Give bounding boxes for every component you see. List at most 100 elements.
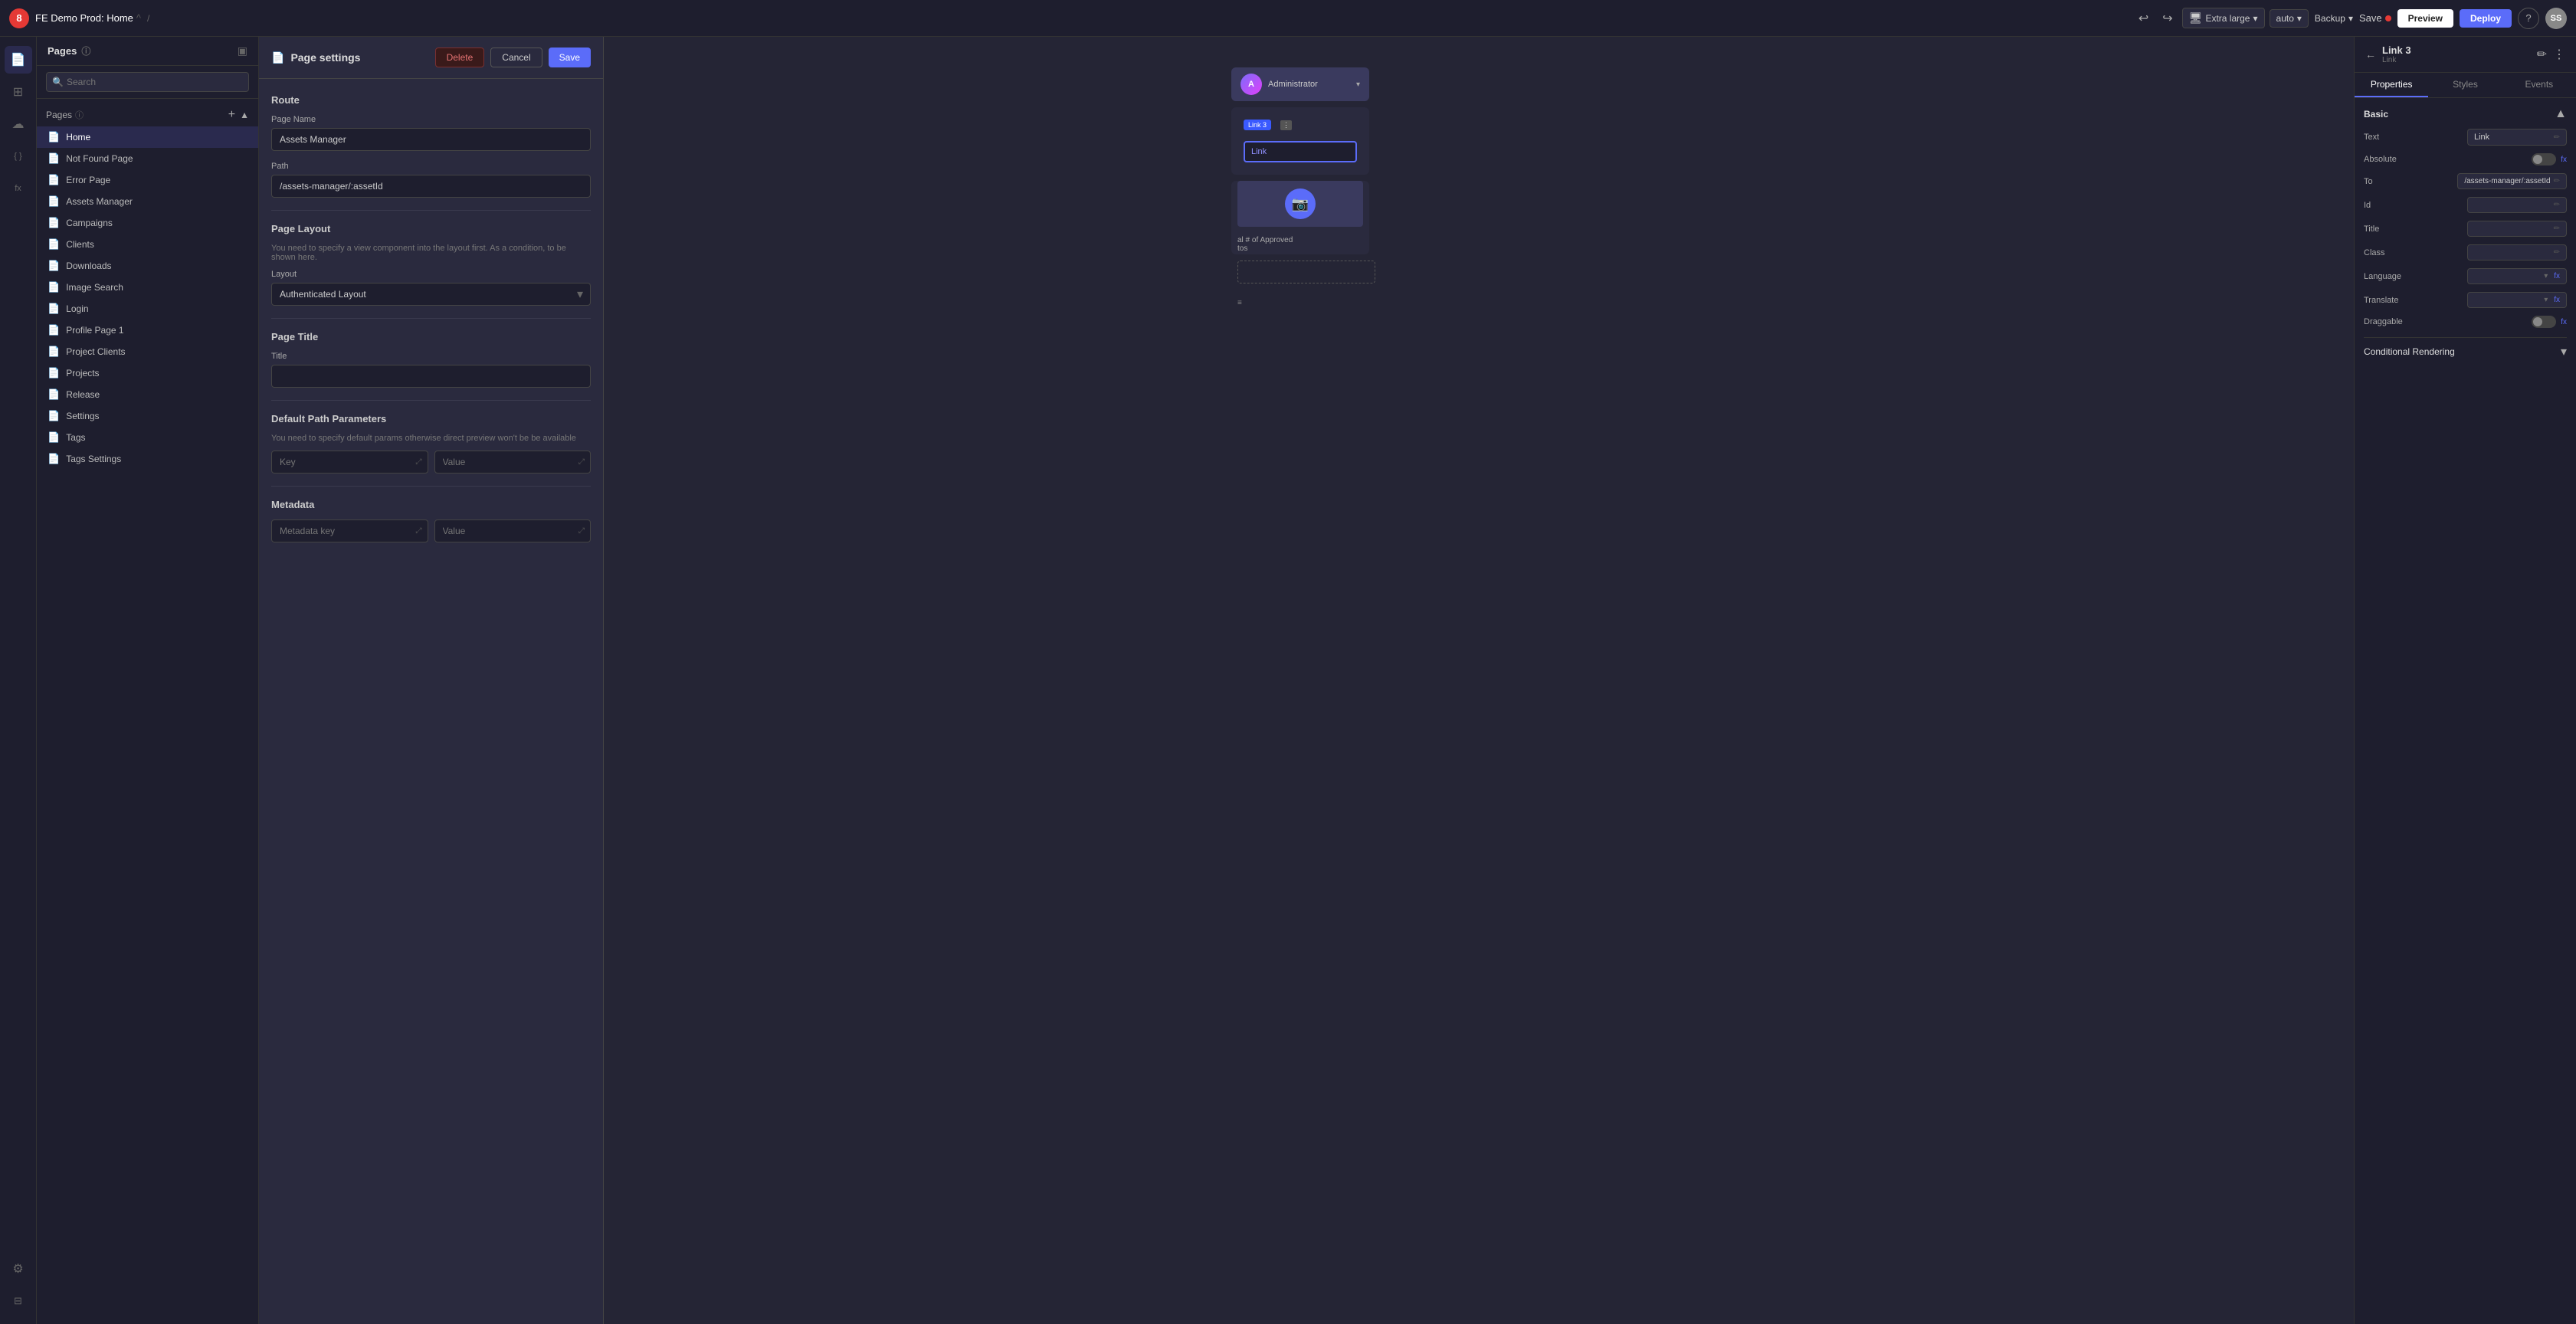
device-selector[interactable]: 🖥 Extra large ▾ [2182,8,2265,28]
page-icon: 📄 [48,388,60,401]
metadata-value-input[interactable] [434,519,592,542]
sidebar-item-profile-page-1[interactable]: 📄 Profile Page 1 [37,320,258,341]
icon-bar-components[interactable]: ⊞ [5,78,32,106]
sidebar-item-settings[interactable]: 📄 Settings [37,405,258,427]
absolute-toggle-wrap: fx [2532,153,2567,166]
to-prop-label: To [2364,177,2373,186]
to-prop-input[interactable]: /assets-manager/:assetId ✏ [2457,173,2567,189]
tab-styles[interactable]: Styles [2428,73,2502,97]
page-icon: 📄 [48,346,60,358]
icon-bar-fx[interactable]: fx [5,175,32,202]
right-edit-icon[interactable]: ✏ [2537,47,2547,62]
tab-properties[interactable]: Properties [2355,73,2428,97]
language-prop-select[interactable]: ▾ fx [2467,268,2567,284]
id-prop-input[interactable]: ✏ [2467,197,2567,213]
layout-select[interactable]: Authenticated Layout [271,283,591,306]
settings-page-icon: 📄 [271,51,284,64]
draggable-toggle[interactable] [2532,316,2556,328]
right-tabs: Properties Styles Events [2355,73,2576,98]
title-input[interactable] [271,365,591,388]
absolute-fx-button[interactable]: fx [2561,156,2567,164]
prop-row-title: Title ✏ [2364,221,2567,237]
back-button[interactable]: ← [2365,48,2376,61]
translate-prop-select[interactable]: ▾ fx [2467,292,2567,308]
path-input[interactable] [271,175,591,198]
prop-row-language: Language ▾ fx [2364,268,2567,284]
icon-bar-cloud[interactable]: ☁ [5,110,32,138]
sidebar-item-campaigns[interactable]: 📄 Campaigns [37,212,258,234]
collapse-pages-button[interactable]: ▲ [240,110,249,120]
add-page-button[interactable]: + [228,108,235,122]
basic-section-header: Basic ▲ [2364,107,2567,121]
delete-button[interactable]: Delete [435,48,485,67]
absolute-toggle[interactable] [2532,153,2556,166]
id-edit-icon[interactable]: ✏ [2554,201,2560,209]
class-edit-icon[interactable]: ✏ [2554,248,2560,257]
key-input[interactable] [271,451,428,474]
text-edit-icon[interactable]: ✏ [2554,133,2560,142]
sidebar-item-error[interactable]: 📄 Error Page [37,169,258,191]
page-icon: 📄 [48,324,60,336]
sidebar-item-login[interactable]: 📄 Login [37,298,258,320]
page-item-label: Clients [66,239,247,250]
sidebar-item-projects[interactable]: 📄 Projects [37,362,258,384]
canvas-approved-text: al # of Approved tos [1231,233,1369,254]
sidebar-item-not-found[interactable]: 📄 Not Found Page [37,148,258,169]
link-edit-chip-icon[interactable]: ⋮ [1280,120,1292,130]
save-button[interactable]: Save [549,48,591,67]
translate-fx-button[interactable]: fx [2554,296,2560,304]
avatar[interactable]: SS [2545,8,2567,29]
backup-button[interactable]: Backup ▾ [2315,13,2353,24]
sidebar-square-icon[interactable]: ▣ [238,44,247,57]
value-input[interactable] [434,451,592,474]
sidebar-item-release[interactable]: 📄 Release [37,384,258,405]
page-icon: 📄 [48,152,60,165]
search-input[interactable] [46,72,249,92]
pages-section-header: Pages ⓘ + ▲ [37,105,258,126]
to-edit-icon[interactable]: ✏ [2554,177,2560,185]
sidebar-item-project-clients[interactable]: 📄 Project Clients [37,341,258,362]
tab-events[interactable]: Events [2502,73,2576,97]
title-prop-input[interactable]: ✏ [2467,221,2567,237]
right-more-icon[interactable]: ⋮ [2553,47,2565,62]
undo-button[interactable]: ↩ [2134,8,2153,29]
sidebar-item-tags-settings[interactable]: 📄 Tags Settings [37,448,258,470]
sidebar-item-clients[interactable]: 📄 Clients [37,234,258,255]
help-button[interactable]: ? [2518,8,2539,29]
default-params-section-title: Default Path Parameters [271,413,591,424]
sidebar-item-tags[interactable]: 📄 Tags [37,427,258,448]
prop-row-absolute: Absolute fx [2364,153,2567,166]
page-item-label: Home [66,132,247,143]
save-button-top[interactable]: Save [2359,12,2391,24]
page-settings-panel: 📄 Page settings Delete Cancel Save Route… [259,37,604,1324]
language-fx-button[interactable]: fx [2554,272,2560,280]
metadata-key-input[interactable] [271,519,428,542]
zoom-selector[interactable]: auto ▾ [2270,9,2309,28]
right-panel-title: Link 3 [2382,44,2411,56]
icon-bar-code[interactable]: { } [5,143,32,170]
deploy-button[interactable]: Deploy [2460,9,2512,28]
conditional-rendering-section: Conditional Rendering ▾ [2364,337,2567,365]
prop-row-translate: Translate ▾ fx [2364,292,2567,308]
text-prop-input[interactable]: Link ✏ [2467,129,2567,146]
icon-bar-layout[interactable]: ⊟ [5,1287,32,1315]
class-prop-input[interactable]: ✏ [2467,244,2567,261]
cancel-button[interactable]: Cancel [490,48,542,67]
sidebar-item-image-search[interactable]: 📄 Image Search [37,277,258,298]
icon-bar-pages[interactable]: 📄 [5,46,32,74]
title-edit-icon[interactable]: ✏ [2554,224,2560,233]
title-label: Title [271,352,591,361]
redo-button[interactable]: ↪ [2158,8,2177,29]
sidebar-item-assets-manager[interactable]: 📄 Assets Manager [37,191,258,212]
sidebar-item-downloads[interactable]: 📄 Downloads [37,255,258,277]
sidebar-item-home[interactable]: 📄 Home [37,126,258,148]
conditional-expand-button[interactable]: ▾ [2561,344,2567,359]
draggable-fx-button[interactable]: fx [2561,318,2567,326]
basic-collapse-icon[interactable]: ▲ [2555,107,2567,121]
page-item-label: Downloads [66,261,247,271]
page-icon: 📄 [48,195,60,208]
preview-button[interactable]: Preview [2397,9,2453,28]
icon-bar-settings[interactable]: ⚙ [5,1255,32,1283]
page-name-input[interactable] [271,128,591,151]
pages-section-actions: + ▲ [228,108,249,122]
